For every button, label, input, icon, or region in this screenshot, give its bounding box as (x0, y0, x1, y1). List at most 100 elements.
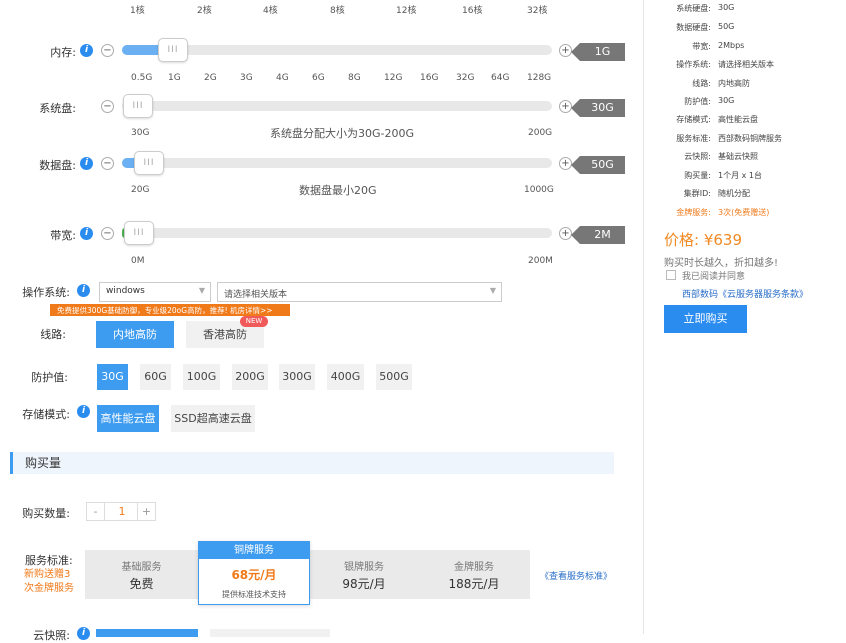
protection-option[interactable]: 200G (232, 364, 268, 390)
bandwidth-slider-handle[interactable]: III (124, 221, 154, 245)
new-badge: NEW (240, 316, 268, 327)
service-name: 基础服务 (121, 562, 162, 573)
os-info-icon[interactable]: i (77, 284, 90, 297)
memory-tick[interactable]: 1G (168, 73, 181, 83)
cpu-tick[interactable]: 4核 (263, 3, 278, 16)
memory-tick[interactable]: 12G (384, 73, 402, 83)
bandwidth-info-icon[interactable]: i (80, 227, 93, 240)
chevron-down-icon: ▼ (489, 286, 496, 295)
cpu-tick[interactable]: 32核 (527, 3, 547, 16)
service-note: 提供标准技术支持 (222, 590, 286, 599)
cpu-tick[interactable]: 12核 (396, 3, 416, 16)
memory-tick[interactable]: 16G (420, 73, 438, 83)
service-option-bronze[interactable]: 银牌服务 98元/月 (310, 550, 418, 599)
snapshot-label: 云快照: (33, 629, 70, 642)
summary-key: 存储模式: (676, 115, 711, 124)
os-version-select[interactable]: 请选择相关版本 ▼ (217, 282, 502, 302)
order-summary: 系统硬盘: 30G 数据硬盘: 50G 带宽: 2Mbps 操作系统: 请选择相关版本 … (643, 0, 846, 634)
memory-info-icon[interactable]: i (80, 44, 93, 57)
memory-tick[interactable]: 0.5G (131, 73, 152, 83)
line-label: 线路: (40, 328, 66, 341)
protection-option[interactable]: 30G (97, 364, 128, 390)
data-disk-slider-handle[interactable]: III (134, 151, 164, 175)
system-disk-minus-button[interactable]: − (101, 100, 114, 113)
protection-option[interactable]: 400G (327, 364, 364, 390)
system-disk-note: 系统盘分配大小为30G-200G (270, 127, 415, 140)
cpu-tick[interactable]: 2核 (197, 3, 212, 16)
memory-tick[interactable]: 3G (240, 73, 253, 83)
data-disk-min: 20G (131, 185, 150, 195)
storage-label: 存储模式: (22, 408, 70, 421)
os-promo-banner[interactable]: 免费提供300G基础防御，专业级20oG高防，推荐! 机房详情>> (50, 304, 290, 316)
storage-option-ssd[interactable]: SSD超高速云盘 (171, 405, 255, 432)
cpu-tick[interactable]: 1核 (130, 3, 145, 16)
quantity-stepper[interactable]: - 1 + (86, 502, 156, 521)
protection-option[interactable]: 500G (376, 364, 412, 390)
service-option-gold[interactable]: 金牌服务 188元/月 (418, 550, 530, 599)
terms-link[interactable]: 西部数码《云服务器服务条款》 (682, 287, 808, 300)
summary-key: 云快照: (684, 152, 711, 161)
service-price: 免费 (129, 577, 154, 591)
quantity-plus-button[interactable]: + (137, 503, 155, 520)
service-option-copper[interactable]: 铜牌服务 68元/月 提供标准技术支持 (198, 541, 310, 605)
protection-option[interactable]: 60G (140, 364, 171, 390)
storage-option-cloud[interactable]: 高性能云盘 (97, 405, 159, 432)
summary-value: 2Mbps (718, 41, 745, 50)
data-disk-label: 数据盘: (39, 159, 76, 172)
summary-key: 金牌服务: (676, 208, 711, 217)
system-disk-slider-track[interactable] (122, 101, 552, 111)
memory-minus-button[interactable]: − (101, 44, 114, 57)
os-select[interactable]: windows ▼ (99, 282, 211, 302)
data-disk-note: 数据盘最小20G (299, 184, 377, 197)
memory-tick[interactable]: 4G (276, 73, 289, 83)
price: 价格: ¥639 (664, 231, 742, 249)
line-option-mainland[interactable]: 内地高防 (96, 321, 174, 348)
service-label: 服务标准: (25, 554, 73, 567)
snapshot-option[interactable] (210, 629, 330, 637)
os-select-value: windows (106, 286, 145, 296)
buy-now-button[interactable]: 立即购买 (664, 305, 747, 333)
service-promo-line: 次金牌服务 (24, 583, 74, 594)
memory-tick[interactable]: 2G (204, 73, 217, 83)
system-disk-label: 系统盘: (39, 102, 76, 115)
quantity-value[interactable]: 1 (105, 503, 139, 520)
cpu-ticks: 1核 2核 4核 8核 12核 16核 32核 (0, 3, 640, 16)
cpu-tick[interactable]: 8核 (330, 3, 345, 16)
memory-tick[interactable]: 64G (491, 73, 509, 83)
cpu-tick[interactable]: 16核 (462, 3, 482, 16)
summary-value: 50G (718, 22, 735, 31)
protection-option[interactable]: 100G (183, 364, 220, 390)
protection-option[interactable]: 300G (279, 364, 315, 390)
memory-tick[interactable]: 8G (348, 73, 361, 83)
data-disk-slider-track[interactable] (122, 158, 552, 168)
data-disk-value: 50G (571, 156, 625, 174)
memory-slider-handle[interactable]: III (158, 38, 188, 62)
summary-key: 数据硬盘: (676, 23, 711, 32)
bandwidth-minus-button[interactable]: − (101, 227, 114, 240)
data-disk-info-icon[interactable]: i (80, 157, 93, 170)
bandwidth-slider-track[interactable] (122, 228, 552, 238)
summary-value: 基础云快照 (718, 152, 758, 161)
memory-tick[interactable]: 128G (527, 73, 551, 83)
agree-checkbox[interactable] (666, 270, 676, 280)
summary-key: 带宽: (692, 42, 711, 51)
summary-key: 购买量: (684, 171, 711, 180)
summary-value: 高性能云盘 (718, 115, 758, 124)
storage-info-icon[interactable]: i (77, 405, 90, 418)
quantity-minus-button[interactable]: - (87, 503, 105, 520)
summary-value: 内地高防 (718, 79, 750, 88)
memory-tick[interactable]: 6G (312, 73, 325, 83)
config-panel: 1核 2核 4核 8核 12核 16核 32核 内存: i − III + 1G… (0, 0, 640, 642)
snapshot-option-selected[interactable] (96, 629, 198, 637)
system-disk-max: 200G (528, 128, 553, 138)
summary-value: 3次(免费赠送) (718, 208, 770, 217)
chevron-down-icon: ▼ (198, 286, 205, 295)
view-service-standard-link[interactable]: 《查看服务标准》 (540, 569, 612, 582)
data-disk-minus-button[interactable]: − (101, 157, 114, 170)
system-disk-slider-handle[interactable]: III (123, 94, 153, 118)
memory-tick[interactable]: 32G (456, 73, 474, 83)
bandwidth-range: 0M 200M (0, 256, 640, 270)
bandwidth-min: 0M (131, 256, 145, 266)
service-option-basic[interactable]: 基础服务 免费 (85, 550, 198, 599)
memory-label: 内存: (50, 46, 76, 59)
